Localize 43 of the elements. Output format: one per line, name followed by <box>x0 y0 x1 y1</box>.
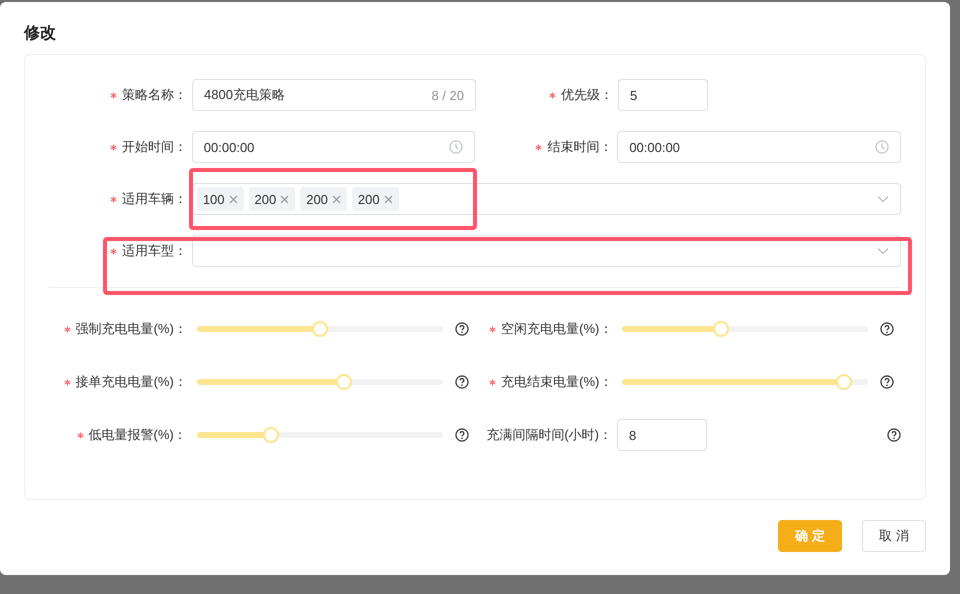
field-label: 充电结束电量(%)： <box>501 373 612 391</box>
field-label: 空闲充电电量(%)： <box>501 320 612 338</box>
slider-thumb[interactable] <box>262 427 279 443</box>
number-field[interactable]: 8 <box>617 419 707 451</box>
select-field[interactable] <box>192 235 901 267</box>
chevron-down-icon <box>877 247 889 255</box>
slider-thumb[interactable] <box>836 374 852 390</box>
field-label: 优先级： <box>561 86 613 104</box>
field-label: 低电量报警(%)： <box>88 426 187 444</box>
field-label: 适用车辆： <box>122 190 187 208</box>
vehicle-tag[interactable]: 200 <box>300 187 347 211</box>
clock-icon <box>449 140 464 154</box>
field-label: 充满间隔时间(小时)： <box>486 426 612 444</box>
time-field[interactable]: 00:00:00 <box>617 131 901 163</box>
field-label: 适用车型： <box>122 242 187 260</box>
dialog-title: 修改 <box>24 24 57 44</box>
chevron-down-icon <box>877 195 889 203</box>
field-label: 强制充电电量(%)： <box>76 320 187 338</box>
slider-thumb[interactable] <box>712 321 729 337</box>
slider-track[interactable] <box>196 427 443 443</box>
vehicle-tag[interactable]: 100 <box>196 187 244 211</box>
slider-track[interactable] <box>196 321 443 337</box>
field-label: 策略名称： <box>122 86 187 104</box>
field-label: 接单充电电量(%)： <box>76 373 187 391</box>
time-field[interactable]: 00:00:00 <box>192 131 476 163</box>
close-icon <box>280 194 290 204</box>
slider-track[interactable] <box>196 374 443 390</box>
close-icon <box>384 194 393 204</box>
slider-thumb[interactable] <box>336 374 352 390</box>
text-field[interactable]: 4800充电策略 8 / 20 <box>192 79 476 111</box>
number-field[interactable]: 5 <box>618 79 708 111</box>
clock-icon <box>875 140 889 154</box>
slider-thumb[interactable] <box>312 321 328 337</box>
field-label: 结束时间： <box>547 138 612 156</box>
close-icon <box>332 194 341 204</box>
slider-track[interactable] <box>622 374 868 390</box>
vehicle-tag[interactable]: 200 <box>352 187 399 211</box>
tag-select-field[interactable]: 100 200 200 200 <box>192 183 901 215</box>
close-icon <box>228 194 238 204</box>
cancel-button[interactable]: 取 消 <box>862 520 926 552</box>
field-label: 开始时间： <box>122 138 187 156</box>
vehicle-tag[interactable]: 200 <box>248 187 296 211</box>
slider-track[interactable] <box>622 321 868 337</box>
